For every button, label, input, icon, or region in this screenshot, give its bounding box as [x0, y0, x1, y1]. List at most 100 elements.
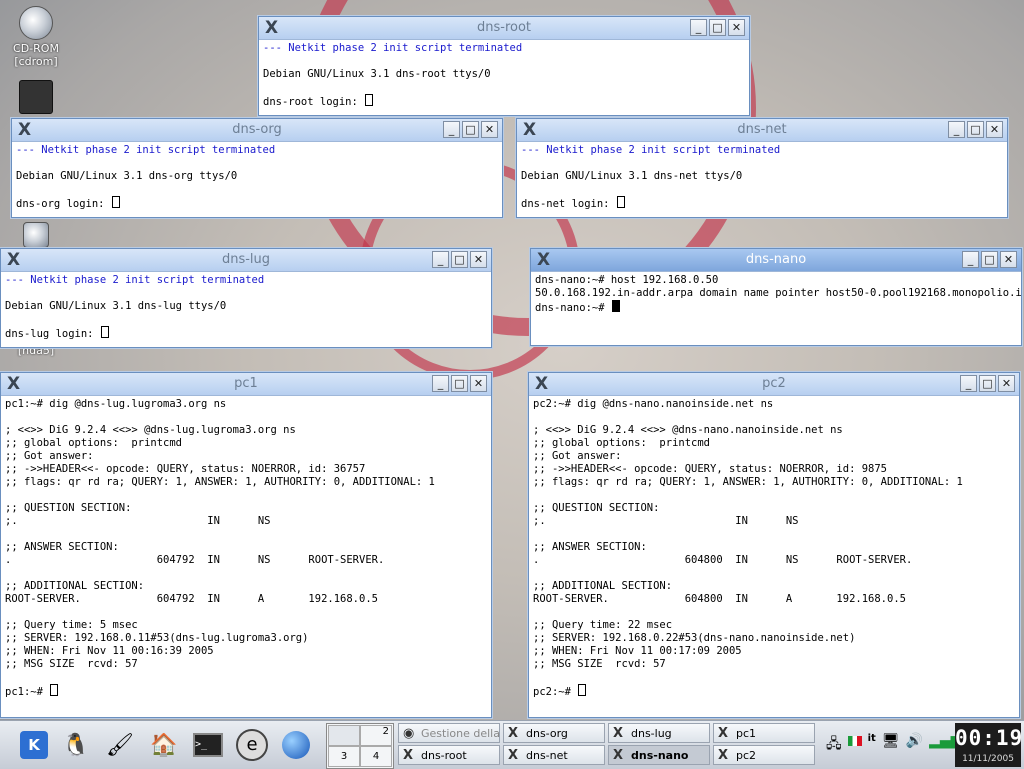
- close-button[interactable]: ✕: [986, 121, 1003, 138]
- close-button[interactable]: ✕: [481, 121, 498, 138]
- terminal-line-text: ;; global options: printcmd: [5, 437, 183, 449]
- window-titlebar[interactable]: Xpc1 _ □ ✕: [1, 373, 491, 396]
- window-titlebar[interactable]: Xpc2 _ □ ✕: [529, 373, 1019, 396]
- terminal-window-dns-net[interactable]: Xdns-net _ □ ✕ --- Netkit phase 2 init scrip…: [516, 118, 1008, 218]
- desktop-icon-floppy[interactable]: [8, 80, 64, 116]
- text-cursor: [616, 196, 625, 208]
- close-button[interactable]: ✕: [998, 375, 1015, 392]
- terminal-output[interactable]: --- Netkit phase 2 init script terminate…: [517, 142, 1007, 211]
- terminal-line-text: ;. IN NS: [533, 515, 799, 527]
- desktop-pager[interactable]: 1 2 3 4: [326, 723, 394, 769]
- text-cursor: [365, 94, 374, 106]
- keyboard-layout-icon[interactable]: it: [868, 733, 876, 757]
- launcher-terminal[interactable]: >_: [190, 727, 226, 763]
- minimize-button[interactable]: _: [690, 19, 707, 36]
- taskbar-button[interactable]: Xdns-net: [503, 745, 605, 765]
- close-button[interactable]: ✕: [1000, 251, 1017, 268]
- taskbar-button[interactable]: Xdns-nano: [608, 745, 710, 765]
- launcher-konqueror[interactable]: e: [234, 727, 270, 763]
- window-titlebar[interactable]: Xdns-lug _ □ ✕: [1, 249, 491, 272]
- pager-desktop-4[interactable]: 4: [360, 746, 392, 767]
- taskbar-button[interactable]: ◉ Gestione della imm: [398, 723, 500, 743]
- launcher-home[interactable]: 🏠: [146, 727, 182, 763]
- kde-menu-button[interactable]: K: [16, 727, 52, 763]
- terminal-line-text: ;; Query time: 5 msec: [5, 619, 138, 631]
- minimize-button[interactable]: _: [960, 375, 977, 392]
- maximize-button[interactable]: □: [451, 251, 468, 268]
- maximize-button[interactable]: □: [462, 121, 479, 138]
- pager-desktop-3[interactable]: 3: [328, 746, 360, 767]
- pager-desktop-1[interactable]: 1: [328, 725, 360, 746]
- taskbar-button[interactable]: Xdns-root: [398, 745, 500, 765]
- terminal-output[interactable]: --- Netkit phase 2 init script terminate…: [259, 40, 749, 109]
- window-titlebar[interactable]: Xdns-nano _ □ ✕: [531, 249, 1021, 272]
- terminal-line: ;; WHEN: Fri Nov 11 00:17:09 2005: [533, 645, 1015, 658]
- terminal-line: pc1:~#: [5, 684, 487, 698]
- launcher-browser[interactable]: [278, 727, 314, 763]
- minimize-button[interactable]: _: [443, 121, 460, 138]
- window-titlebar[interactable]: Xdns-net _ □ ✕: [517, 119, 1007, 142]
- minimize-button[interactable]: _: [948, 121, 965, 138]
- terminal-window-pc2[interactable]: Xpc2 _ □ ✕ pc2:~# dig @dns-nano.nanoinside.n…: [528, 372, 1020, 718]
- pager-desktop-2[interactable]: 2: [360, 725, 392, 746]
- terminal-line: 50.0.168.192.in-addr.arpa domain name po…: [535, 287, 1021, 300]
- terminal-output[interactable]: --- Netkit phase 2 init script terminate…: [12, 142, 502, 211]
- terminal-window-dns-nano[interactable]: Xdns-nano _ □ ✕ dns-nano:~# host 192.168.0.5…: [530, 248, 1022, 346]
- maximize-button[interactable]: □: [451, 375, 468, 392]
- monitor-icon[interactable]: 🖥: [882, 733, 900, 757]
- terminal-window-dns-org[interactable]: Xdns-org _ □ ✕ --- Netkit phase 2 init scrip…: [11, 118, 503, 218]
- terminal-line: ;; Query time: 22 msec: [533, 619, 1015, 632]
- terminal-window-pc1[interactable]: Xpc1 _ □ ✕ pc1:~# dig @dns-lug.lugroma3.org …: [0, 372, 492, 718]
- desktop-icon-harddisk[interactable]: [8, 222, 64, 250]
- terminal-line-text: ;; WHEN: Fri Nov 11 00:17:09 2005: [533, 645, 742, 657]
- taskbar-button[interactable]: Xdns-org: [503, 723, 605, 743]
- close-button[interactable]: ✕: [470, 251, 487, 268]
- launcher-editor[interactable]: 🖌: [102, 727, 138, 763]
- text-cursor: [100, 326, 109, 338]
- minimize-button[interactable]: _: [962, 251, 979, 268]
- maximize-button[interactable]: □: [967, 121, 984, 138]
- window-title: pc1: [234, 376, 258, 391]
- terminal-line-text: ;; SERVER: 192.168.0.22#53(dns-nano.nano…: [533, 632, 856, 644]
- terminal-window-dns-lug[interactable]: Xdns-lug _ □ ✕ --- Netkit phase 2 init scrip…: [0, 248, 492, 348]
- minimize-button[interactable]: _: [432, 375, 449, 392]
- terminal-line: dns-nano:~#: [535, 300, 1017, 314]
- terminal-line: ;; ANSWER SECTION:: [5, 541, 487, 554]
- taskbar-button[interactable]: Xdns-lug: [608, 723, 710, 743]
- terminal-line: ;; SERVER: 192.168.0.11#53(dns-lug.lugro…: [5, 632, 487, 645]
- terminal-line: ;; QUESTION SECTION:: [533, 502, 1015, 515]
- terminal-output[interactable]: pc1:~# dig @dns-lug.lugroma3.org ns ; <<>…: [1, 396, 491, 699]
- terminal-line: . 604800 IN NS ROOT-SERVER.: [533, 554, 1015, 567]
- window-titlebar[interactable]: Xdns-root _ □ ✕: [259, 17, 749, 40]
- window-title: pc2: [762, 376, 786, 391]
- maximize-button[interactable]: □: [979, 375, 996, 392]
- taskbar-button[interactable]: Xpc1: [713, 723, 815, 743]
- terminal-output[interactable]: pc2:~# dig @dns-nano.nanoinside.net ns ; …: [529, 396, 1019, 699]
- minimize-button[interactable]: _: [432, 251, 449, 268]
- desktop-icon-cdrom[interactable]: CD-ROM [cdrom]: [8, 6, 64, 68]
- flag-icon[interactable]: [847, 736, 862, 746]
- network-icon[interactable]: 🖧: [826, 733, 842, 757]
- terminal-line: pc2:~#: [533, 684, 1015, 698]
- clock[interactable]: 00:19 11/11/2005: [955, 723, 1022, 767]
- window-titlebar[interactable]: Xdns-org _ □ ✕: [12, 119, 502, 142]
- terminal-window-dns-root[interactable]: Xdns-root _ □ ✕ --- Netkit phase 2 init scri…: [258, 16, 750, 116]
- maximize-button[interactable]: □: [981, 251, 998, 268]
- window-title: dns-nano: [745, 252, 807, 267]
- window-title: dns-org: [232, 122, 282, 137]
- close-button[interactable]: ✕: [470, 375, 487, 392]
- maximize-button[interactable]: □: [709, 19, 726, 36]
- volume-icon[interactable]: 🔊: [906, 733, 923, 757]
- taskbar-button[interactable]: Xpc2: [713, 745, 815, 765]
- terminal-output[interactable]: --- Netkit phase 2 init script terminate…: [1, 272, 491, 341]
- terminal-line: ;; Got answer:: [5, 450, 487, 463]
- terminal-line: dns-net login:: [521, 196, 1003, 210]
- terminal-line-text: Debian GNU/Linux 3.1 dns-lug ttys/0: [5, 300, 227, 312]
- terminal-output[interactable]: dns-nano:~# host 192.168.0.50 50.0.168.19…: [531, 272, 1021, 315]
- close-button[interactable]: ✕: [728, 19, 745, 36]
- launcher-penguin[interactable]: 🐧: [58, 727, 94, 763]
